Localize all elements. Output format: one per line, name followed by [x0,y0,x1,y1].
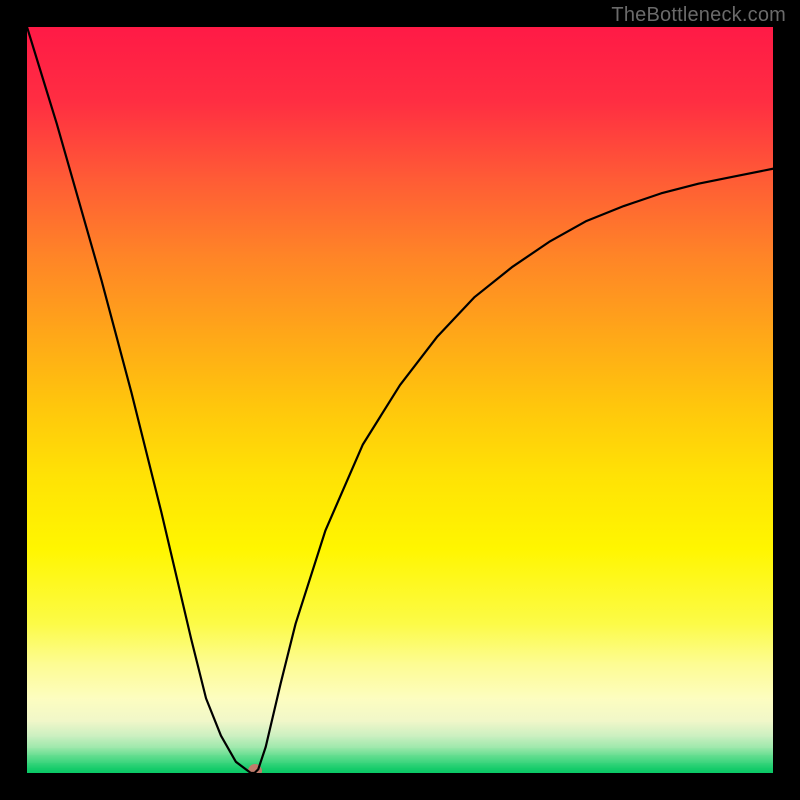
chart-frame: TheBottleneck.com [0,0,800,800]
bottleneck-curve [27,27,773,773]
plot-area [27,27,773,773]
watermark-text: TheBottleneck.com [611,4,786,27]
curve-layer [27,27,773,773]
